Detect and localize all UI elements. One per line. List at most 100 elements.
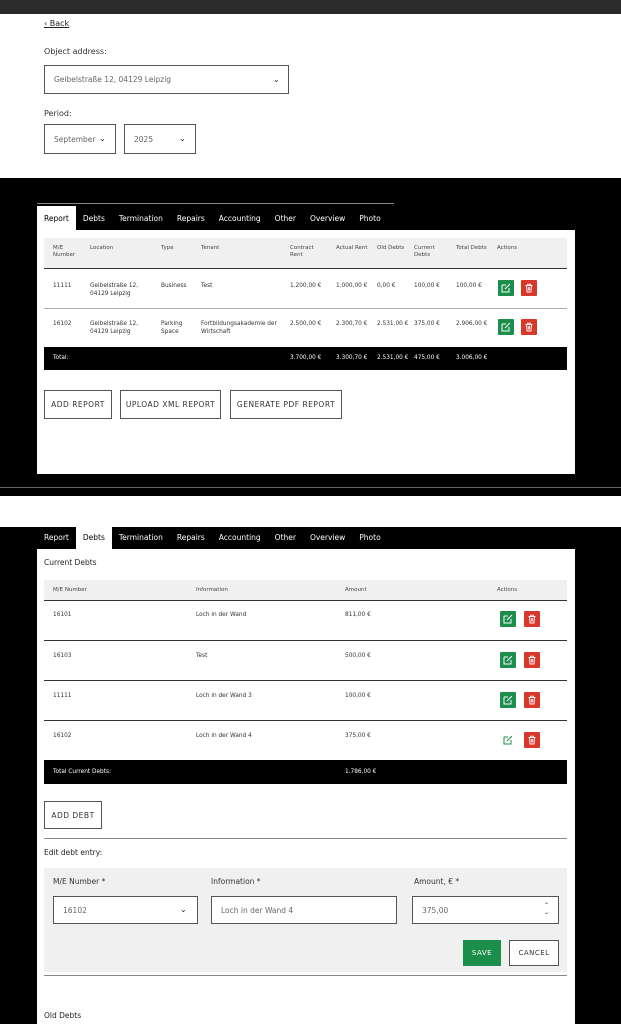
tab-repairs[interactable]: Repairs xyxy=(170,526,212,549)
tab-other[interactable]: Other xyxy=(268,206,303,230)
trash-icon xyxy=(528,655,536,665)
edit-button[interactable] xyxy=(500,611,516,627)
upload-xml-button[interactable]: UPLOAD XML REPORT xyxy=(120,390,221,419)
cell-old: 0,00 € xyxy=(377,283,396,289)
cell-me: 16102 xyxy=(53,321,72,327)
total-label: Total Current Debts: xyxy=(53,769,111,775)
tab-report[interactable]: Report xyxy=(37,526,76,549)
cancel-button[interactable]: CANCEL xyxy=(509,940,559,966)
tab-photo[interactable]: Photo xyxy=(352,206,387,230)
information-value: Loch in der Wand 4 xyxy=(221,905,294,915)
cell-info: Test xyxy=(196,653,208,659)
edit-button[interactable] xyxy=(500,692,516,708)
delete-button[interactable] xyxy=(524,692,540,708)
edit-icon xyxy=(503,695,513,705)
information-input[interactable]: Loch in der Wand 4 xyxy=(211,896,397,924)
total-amount: 1.786,00 € xyxy=(345,769,377,775)
table-row: 16101 Loch in der Wand 811,00 € xyxy=(44,601,567,640)
cell-amount: 811,00 € xyxy=(345,612,371,618)
tab-termination[interactable]: Termination xyxy=(112,206,170,230)
old-debts-title: Old Debts xyxy=(44,1011,82,1020)
delete-button[interactable] xyxy=(521,280,537,296)
col-amount: Amount xyxy=(345,587,367,593)
cell-amount: 375,00 € xyxy=(345,733,371,739)
table-row: 16102 Loch in der Wand 4 375,00 € xyxy=(44,721,567,759)
cell-total: 100,00 € xyxy=(456,283,482,289)
tab-report[interactable]: Report xyxy=(37,206,76,230)
edit-button[interactable] xyxy=(498,319,514,335)
trash-icon xyxy=(525,322,533,332)
cell-me: 16101 xyxy=(53,612,72,618)
tab-overview[interactable]: Overview xyxy=(303,206,352,230)
tab-termination[interactable]: Termination xyxy=(112,526,170,549)
cell-type: Business xyxy=(161,283,187,289)
delete-button[interactable] xyxy=(521,319,537,335)
col-old-debts: Old Debts xyxy=(377,245,405,251)
add-report-button[interactable]: ADD REPORT xyxy=(44,390,112,419)
cell-type: Parking Space xyxy=(161,321,183,335)
delete-button[interactable] xyxy=(524,611,540,627)
tab-debts[interactable]: Debts xyxy=(75,526,112,549)
add-debt-button[interactable]: ADD DEBT xyxy=(44,801,102,829)
col-location: Location xyxy=(90,245,114,251)
trash-icon xyxy=(528,695,536,705)
table-row: 16103 Test 500,00 € xyxy=(44,641,567,680)
object-address-value: Geibelstraße 12, 04129 Leipzig xyxy=(54,75,172,84)
total-label: Total: xyxy=(53,355,69,361)
cell-total: 2.906,00 € xyxy=(456,321,488,327)
col-actions: Actions xyxy=(497,245,518,251)
tab-accounting[interactable]: Accounting xyxy=(212,206,268,230)
delete-button[interactable] xyxy=(524,652,540,668)
cell-amount: 500,00 € xyxy=(345,653,371,659)
month-select[interactable]: September ⌄ xyxy=(44,124,116,154)
tab-accounting[interactable]: Accounting xyxy=(212,526,268,549)
edit-button[interactable] xyxy=(500,732,516,748)
cell-me: 16102 xyxy=(53,733,72,739)
year-select[interactable]: 2025 ⌄ xyxy=(124,124,196,154)
col-contract-rent: Contract Rent xyxy=(290,245,314,258)
cell-contract: 2.500,00 € xyxy=(290,321,322,327)
edit-button[interactable] xyxy=(500,652,516,668)
tab-photo[interactable]: Photo xyxy=(352,526,387,549)
report-tabbar: Report Debts Termination Repairs Account… xyxy=(37,206,388,230)
object-address-select[interactable]: Geibelstraße 12, 04129 Leipzig ⌄ xyxy=(44,65,289,94)
cell-tenant: Test xyxy=(201,283,213,289)
information-label: Information * xyxy=(211,877,261,886)
col-type: Type xyxy=(161,245,174,251)
me-number-label: M/E Number * xyxy=(53,877,106,886)
period-label: Period: xyxy=(44,109,72,118)
cell-location: Geibelstraße 12, 04129 Leipzig xyxy=(90,321,139,335)
amount-label: Amount, € * xyxy=(414,877,460,886)
cell-current: 375,00 € xyxy=(414,321,440,327)
tab-overview[interactable]: Overview xyxy=(303,526,352,549)
delete-button[interactable] xyxy=(524,732,540,748)
table-row: 16102 Geibelstraße 12, 04129 Leipzig Par… xyxy=(44,309,567,347)
save-button[interactable]: SAVE xyxy=(463,940,501,966)
year-value: 2025 xyxy=(134,134,154,144)
back-link[interactable]: ‹ Back xyxy=(44,19,69,28)
stepper-icon[interactable]: ⌃ ⌄ xyxy=(544,902,549,916)
generate-pdf-button[interactable]: GENERATE PDF REPORT xyxy=(230,390,342,419)
edit-debt-title: Edit debt entry: xyxy=(44,848,103,857)
col-actions: Actions xyxy=(497,587,518,593)
col-tenant: Tenant xyxy=(201,245,220,251)
col-information: Information xyxy=(196,587,228,593)
debts-total-row: Total Current Debts: 1.786,00 € xyxy=(44,760,567,784)
chevron-down-icon: ⌄ xyxy=(273,75,280,84)
total-current: 475,00 € xyxy=(414,355,440,361)
cell-actual: 2.300,70 € xyxy=(336,321,368,327)
amount-input[interactable]: 375,00 ⌃ ⌄ xyxy=(412,896,559,924)
cell-location: Geibelstraße 12, 04129 Leipzig xyxy=(90,283,139,297)
edit-button[interactable] xyxy=(498,280,514,296)
edit-icon xyxy=(501,283,511,293)
section-divider xyxy=(44,838,567,839)
tab-repairs[interactable]: Repairs xyxy=(170,206,212,230)
me-number-value: 16102 xyxy=(63,905,87,915)
top-bar xyxy=(0,0,621,14)
total-old: 2.531,00 € xyxy=(377,355,409,361)
col-me-number: M/E Number xyxy=(53,245,76,258)
tab-other[interactable]: Other xyxy=(268,526,303,549)
tab-debts[interactable]: Debts xyxy=(76,206,112,230)
cell-old: 2.531,00 € xyxy=(377,321,409,327)
me-number-select[interactable]: 16102 ⌄ xyxy=(53,896,198,924)
